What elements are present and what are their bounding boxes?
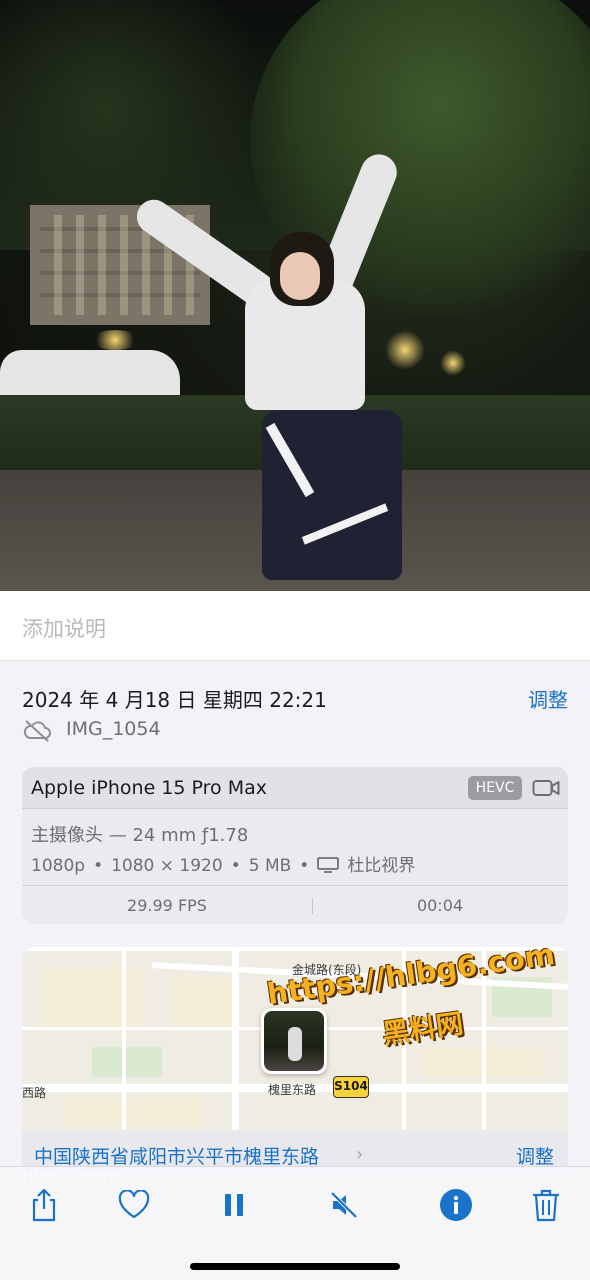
camera-card-header: Apple iPhone 15 Pro Max HEVC (22, 767, 568, 809)
frame-rate: 29.99 FPS (127, 896, 207, 915)
device-name: Apple iPhone 15 Pro Max (31, 777, 267, 799)
map-road-label: 槐里东路 (268, 1083, 317, 1097)
lens-info: 主摄像头 — 24 mm ƒ1.78 (31, 825, 249, 846)
delete-button[interactable] (524, 1183, 568, 1227)
camera-info-card: Apple iPhone 15 Pro Max HEVC 主摄像头 — 24 m… (22, 767, 568, 924)
photo-streetlight (385, 330, 425, 370)
capture-datetime: 2024 年 4 月18 日 星期四 22:21 (22, 688, 327, 712)
location-address-link[interactable]: 中国陕西省咸阳市兴平市槐里东路 (34, 1142, 319, 1169)
cloud-off-icon (23, 720, 51, 742)
caption-field[interactable]: 添加说明 (0, 591, 590, 661)
mute-button[interactable] (322, 1183, 366, 1227)
photo-person-face (280, 252, 320, 300)
monitor-icon (317, 857, 340, 873)
codec-badge: HEVC (468, 776, 522, 800)
map-road-label: 西路 (22, 1086, 47, 1100)
speaker-muted-icon (330, 1191, 358, 1219)
highway-badge: S104 (333, 1076, 369, 1098)
trash-icon (533, 1189, 559, 1222)
photo-person-pants (262, 410, 402, 580)
pause-icon (225, 1194, 243, 1216)
photo-streetlight (90, 330, 140, 350)
photo-streetlight (440, 350, 466, 376)
adjust-location-button[interactable]: 调整 (516, 1142, 554, 1169)
video-duration: 00:04 (416, 896, 464, 915)
file-size: 5 MB (248, 856, 292, 876)
map-road (232, 947, 239, 1130)
video-specs: 1080p • 1080 × 1920 • 5 MB • 杜比视界 (31, 856, 416, 876)
heart-icon (118, 1190, 150, 1219)
map-block (42, 967, 142, 1027)
location-map[interactable]: 金城路(东段) 西路 槐里东路 S104 https://hlbg6.com 黑… (22, 947, 568, 1130)
photo-viewer[interactable] (0, 0, 590, 591)
favorite-button[interactable] (112, 1183, 156, 1227)
dimensions: 1080 × 1920 (111, 856, 223, 876)
resolution: 1080p (31, 856, 86, 876)
map-road (122, 947, 126, 1130)
map-park (92, 1047, 162, 1077)
home-indicator[interactable] (190, 1263, 400, 1270)
hdr-format: 杜比视界 (347, 856, 416, 876)
watermark-text: 黑料网 (380, 1008, 466, 1051)
camera-card-footer: 29.99 FPS 00:04 (22, 885, 568, 924)
map-photo-pin[interactable] (261, 1008, 327, 1074)
map-photo-thumbnail (264, 1011, 324, 1071)
pause-button[interactable] (212, 1183, 256, 1227)
info-icon (440, 1189, 472, 1221)
faint-watermark: sitibg6....com (10, 1166, 119, 1185)
info-button[interactable] (434, 1183, 478, 1227)
share-button[interactable] (22, 1183, 66, 1227)
caption-placeholder: 添加说明 (22, 617, 106, 641)
chevron-right-icon: › (356, 1144, 364, 1165)
map-block (62, 1097, 202, 1127)
map-block (172, 977, 232, 1027)
video-camera-icon (532, 780, 560, 796)
share-icon (32, 1188, 56, 1222)
adjust-datetime-button[interactable]: 调整 (528, 684, 568, 713)
file-name: IMG_1054 (66, 718, 161, 740)
